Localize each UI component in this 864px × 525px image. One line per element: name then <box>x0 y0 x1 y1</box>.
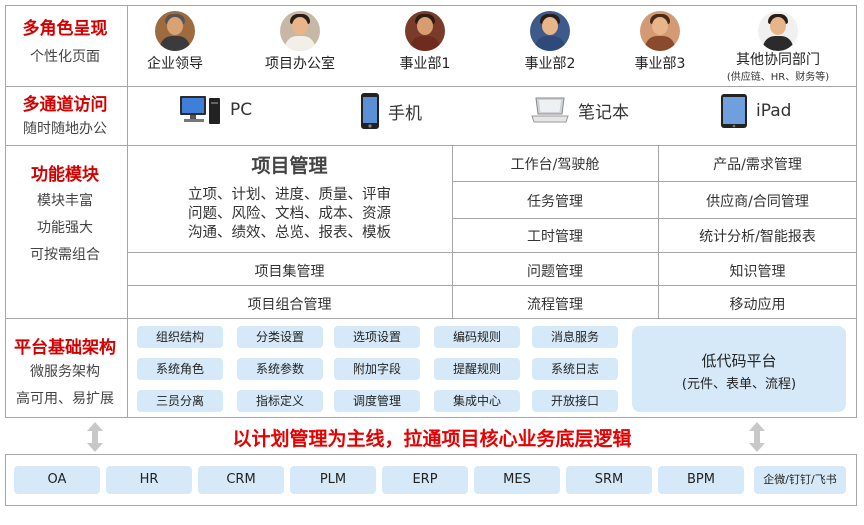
device-tablet: iPad <box>720 93 791 129</box>
device-mobile: 手机 <box>360 92 422 130</box>
role-division-1: 事业部1 <box>385 11 465 73</box>
module-supplier-contract: 供应商/合同管理 <box>706 194 809 210</box>
system-mes: MES <box>474 466 560 494</box>
desktop-pc-icon <box>180 96 220 124</box>
person-photo-icon <box>530 11 570 51</box>
person-photo-icon <box>758 11 798 51</box>
module-task-mgmt: 任务管理 <box>527 194 583 210</box>
system-hr: HR <box>106 466 192 494</box>
role-label: 其他协同部门 <box>736 52 820 68</box>
platform-item: 系统日志 <box>532 358 618 380</box>
role-label: 事业部1 <box>399 56 451 72</box>
tablet-icon <box>721 94 747 128</box>
system-im-suite: 企微/钉钉/飞书 <box>754 466 846 494</box>
platform-item: 开放接口 <box>532 390 618 412</box>
device-pc: PC <box>178 94 252 126</box>
double-arrow-right-icon <box>749 422 765 452</box>
lowcode-subtitle: (元件、表单、流程) <box>681 377 797 392</box>
access-subtitle: 随时随地办公 <box>23 121 107 137</box>
module-analytics-reports: 统计分析/智能报表 <box>699 229 816 245</box>
module-workbench: 工作台/驾驶舱 <box>510 157 600 173</box>
platform-item: 系统参数 <box>237 358 323 380</box>
platform-sub-2: 高可用、易扩展 <box>16 391 114 407</box>
platform-item: 调度管理 <box>334 390 420 412</box>
platform-item: 分类设置 <box>237 326 323 348</box>
role-sublabel: (供应链、HR、财务等) <box>726 72 830 83</box>
module-mobile-app: 移动应用 <box>729 297 786 313</box>
platform-item: 附加字段 <box>334 358 420 380</box>
laptop-icon <box>531 97 569 123</box>
platform-item: 选项设置 <box>334 326 420 348</box>
platform-item: 系统角色 <box>137 358 223 380</box>
module-row-line-b <box>452 218 857 219</box>
module-issue-mgmt: 问题管理 <box>527 264 583 280</box>
mobile-phone-icon <box>361 93 379 129</box>
platform-title: 平台基础架构 <box>14 338 116 358</box>
role-label: 企业领导 <box>147 56 203 72</box>
role-division-3: 事业部3 <box>620 11 700 73</box>
module-product-requirement: 产品/需求管理 <box>713 157 802 173</box>
modules-sub-2: 功能强大 <box>37 220 93 236</box>
project-management-title: 项目管理 <box>251 155 328 177</box>
module-portfolio-mgmt: 项目组合管理 <box>247 297 332 313</box>
person-photo-icon <box>155 11 195 51</box>
roles-title: 多角色呈现 <box>22 19 108 39</box>
roles-subtitle: 个性化页面 <box>30 49 100 65</box>
modules-title: 功能模块 <box>31 165 99 185</box>
person-photo-icon <box>640 11 680 51</box>
role-leader: 企业领导 <box>135 11 215 73</box>
module-program-mgmt: 项目集管理 <box>254 264 325 280</box>
device-label: 手机 <box>388 103 422 124</box>
access-title: 多通道访问 <box>22 95 108 115</box>
system-bpm: BPM <box>658 466 744 494</box>
role-label: 项目办公室 <box>265 56 335 72</box>
device-label: iPad <box>756 101 792 121</box>
system-erp: ERP <box>382 466 468 494</box>
platform-item: 指标定义 <box>237 390 323 412</box>
device-label: 笔记本 <box>578 102 629 123</box>
module-process-mgmt: 流程管理 <box>527 297 583 313</box>
system-oa: OA <box>14 466 100 494</box>
role-project-office: 项目办公室 <box>250 11 350 73</box>
person-photo-icon <box>405 11 445 51</box>
module-row-line-c <box>127 252 857 253</box>
device-label: PC <box>230 100 253 120</box>
role-division-2: 事业部2 <box>510 11 590 73</box>
system-crm: CRM <box>198 466 284 494</box>
role-other-departments: 其他协同部门 (供应链、HR、财务等) <box>708 11 848 83</box>
platform-item: 组织结构 <box>137 326 223 348</box>
lowcode-title: 低代码平台 <box>701 352 777 370</box>
module-timesheet-mgmt: 工时管理 <box>527 229 583 245</box>
module-row-line-a <box>452 181 857 182</box>
main-banner: 以计划管理为主线，拉通项目核心业务底层逻辑 <box>232 428 632 450</box>
lowcode-platform: 低代码平台 (元件、表单、流程) <box>632 326 846 412</box>
device-laptop: 笔记本 <box>530 96 629 124</box>
platform-item: 集成中心 <box>434 390 520 412</box>
system-plm: PLM <box>290 466 376 494</box>
project-management-line: 立项、计划、进度、质量、评审 <box>188 187 391 203</box>
platform-item: 消息服务 <box>532 326 618 348</box>
person-photo-icon <box>280 11 320 51</box>
modules-sub-3: 可按需组合 <box>30 247 100 263</box>
platform-item: 编码规则 <box>434 326 520 348</box>
platform-sub-1: 微服务架构 <box>30 364 100 380</box>
project-management-line: 问题、风险、文档、成本、资源 <box>188 206 391 222</box>
module-knowledge-mgmt: 知识管理 <box>729 264 786 280</box>
system-srm: SRM <box>566 466 652 494</box>
platform-item: 提醒规则 <box>434 358 520 380</box>
role-label: 事业部2 <box>524 56 576 72</box>
modules-sub-1: 模块丰富 <box>37 193 93 209</box>
platform-item: 三员分离 <box>137 390 223 412</box>
module-row-line-d <box>127 285 857 286</box>
project-management-line: 沟通、绩效、总览、报表、模板 <box>188 225 391 241</box>
role-label: 事业部3 <box>634 56 686 72</box>
